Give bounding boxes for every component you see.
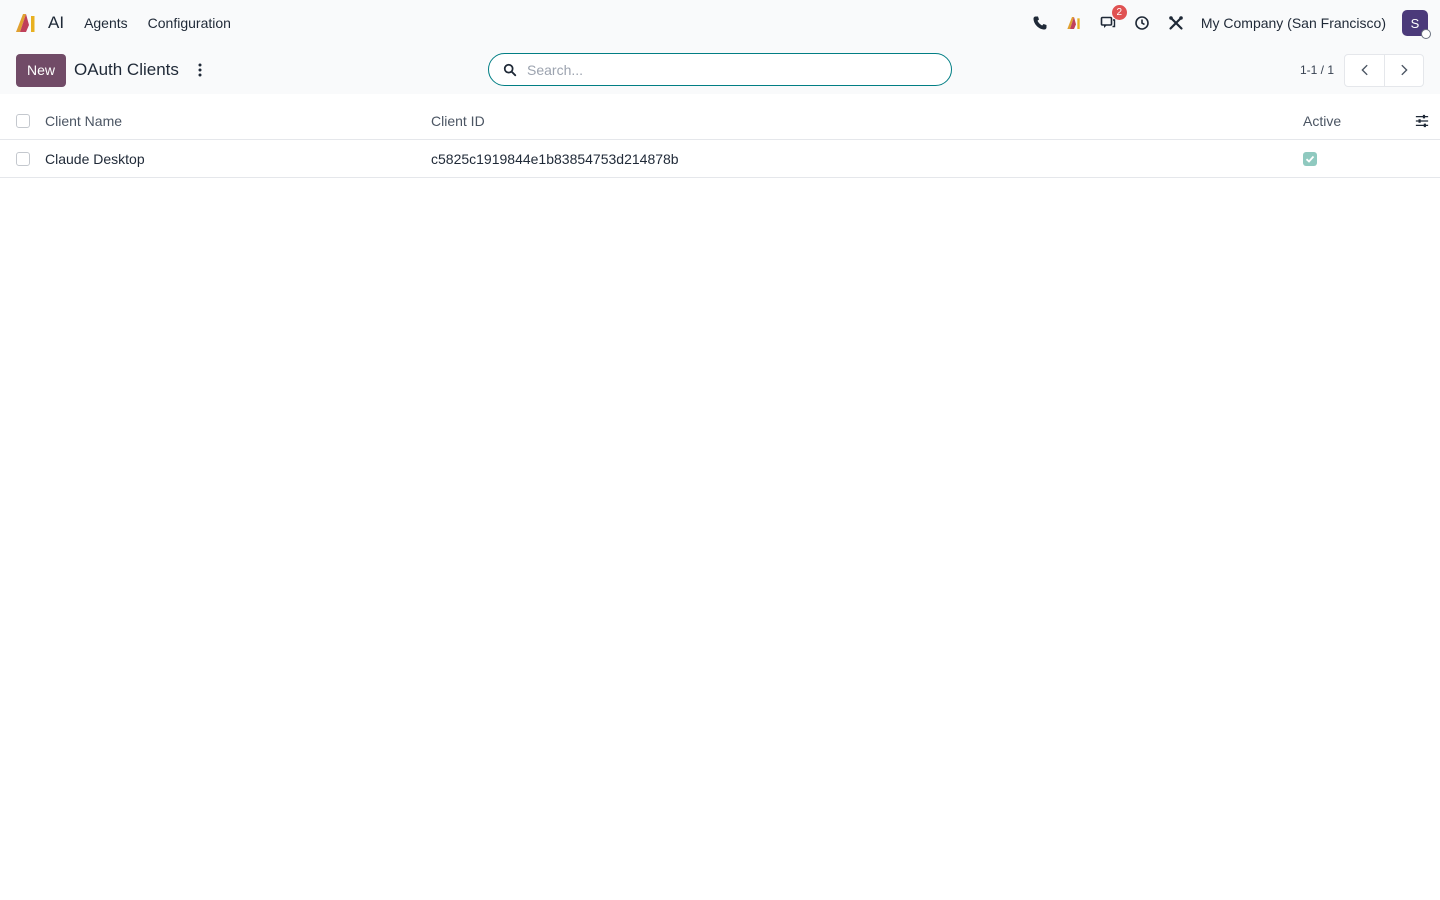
app-brand[interactable]: AI xyxy=(14,11,74,35)
ai-app-logo-icon xyxy=(16,14,35,32)
pager-value[interactable]: 1-1 / 1 xyxy=(1300,63,1334,77)
app-name: AI xyxy=(48,13,65,32)
row-checkbox[interactable] xyxy=(16,151,30,166)
pager: 1-1 / 1 xyxy=(1300,53,1424,87)
column-header-client-id[interactable]: Client ID xyxy=(431,113,1303,129)
user-avatar[interactable]: S xyxy=(1402,10,1431,39)
avatar-initial: S xyxy=(1410,15,1420,31)
search-icon xyxy=(503,63,517,76)
new-button[interactable]: New xyxy=(16,53,67,87)
messages-icon[interactable]: 2 xyxy=(1097,5,1127,34)
messages-badge: 2 xyxy=(1111,5,1127,20)
systray: 2 My Company (San Francisco) S xyxy=(1029,5,1431,39)
main-menu: Agents Configuration xyxy=(74,11,241,35)
optional-columns-icon[interactable] xyxy=(1404,114,1440,128)
chevron-left-icon xyxy=(1360,64,1368,76)
pager-next-button[interactable] xyxy=(1384,54,1423,86)
table-row[interactable]: Claude Desktop c5825c1919844e1b83854753d… xyxy=(0,140,1440,178)
company-switcher[interactable]: My Company (San Francisco) xyxy=(1201,15,1386,31)
checkmark-icon xyxy=(1305,155,1315,163)
pager-previous-button[interactable] xyxy=(1345,55,1384,86)
chevron-right-icon xyxy=(1401,64,1408,76)
column-header-active[interactable]: Active xyxy=(1303,113,1404,129)
list-view: Client Name Client ID Active Claude Desk… xyxy=(0,102,1440,178)
table-header: Client Name Client ID Active xyxy=(0,102,1440,140)
search-input[interactable] xyxy=(527,61,937,78)
pager-buttons xyxy=(1344,53,1424,87)
tools-icon[interactable] xyxy=(1165,12,1187,34)
presence-status-icon xyxy=(1421,29,1431,39)
top-navbar: AI Agents Configuration 2 My Company (Sa… xyxy=(0,0,1440,46)
column-header-client-name[interactable]: Client Name xyxy=(45,113,431,129)
active-checkbox[interactable] xyxy=(1303,151,1317,166)
client-name-cell[interactable]: Claude Desktop xyxy=(45,151,431,167)
phone-icon[interactable] xyxy=(1029,12,1051,34)
client-id-cell[interactable]: c5825c1919844e1b83854753d214878b xyxy=(431,151,1303,167)
control-panel: New OAuth Clients 1-1 / 1 xyxy=(0,46,1440,94)
search-bar xyxy=(488,53,952,86)
select-all-cell xyxy=(0,113,45,128)
row-select-cell xyxy=(0,151,45,166)
menu-item-configuration[interactable]: Configuration xyxy=(138,11,241,35)
actions-menu-icon[interactable] xyxy=(193,60,207,80)
active-cell xyxy=(1303,151,1404,166)
menu-item-agents[interactable]: Agents xyxy=(74,11,138,35)
clock-icon[interactable] xyxy=(1131,12,1153,34)
ai-assistant-icon[interactable] xyxy=(1063,12,1085,34)
select-all-checkbox[interactable] xyxy=(16,113,30,128)
page-title: OAuth Clients xyxy=(74,60,179,79)
